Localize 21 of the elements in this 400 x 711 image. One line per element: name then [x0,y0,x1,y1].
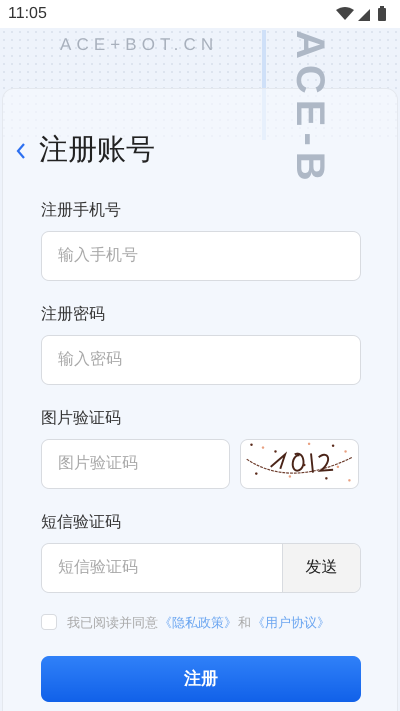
brand-text: ACE+BOT.CN [60,34,218,56]
status-time: 11:05 [8,4,47,24]
field-label: 注册密码 [41,304,106,324]
field-label: 图片验证码 [41,408,122,428]
back-icon[interactable] [15,140,27,161]
sms-code-field[interactable]: 短信验证码 发送 [41,542,361,592]
captcha-image[interactable] [240,438,359,488]
send-code-button[interactable]: 发送 [282,544,360,592]
agreement-text: 我已阅读并同意 [67,614,158,632]
agree-checkbox[interactable] [41,614,57,630]
field-label: 短信验证码 [41,512,122,532]
agreement-text: 和 [238,614,251,632]
vertical-brand-text: ACE-B [287,30,333,187]
user-agreement-link[interactable]: 《用户协议》 [252,612,330,632]
input-field[interactable]: 图片验证码 [41,438,230,488]
register-button[interactable]: 注册 [41,656,361,702]
input-field[interactable]: 输入密码 [41,334,361,384]
input-field[interactable]: 输入手机号 [41,230,361,280]
page-title: 注册账号 [39,133,155,168]
field-label: 注册手机号 [41,200,122,220]
privacy-policy-link[interactable]: 《隐私政策》 [159,612,237,632]
